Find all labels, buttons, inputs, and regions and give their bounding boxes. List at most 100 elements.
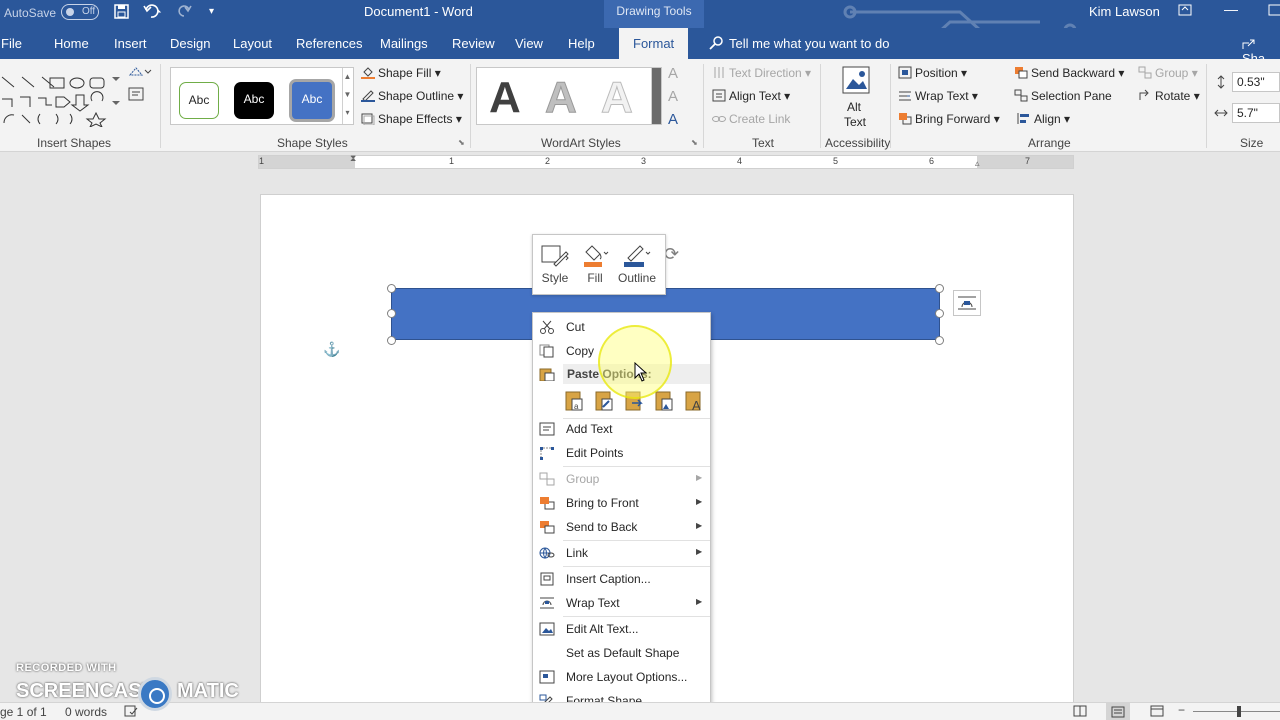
shape-outline-button[interactable]: Shape Outline ▾	[361, 89, 463, 103]
text-outline-icon[interactable]: A	[668, 88, 678, 105]
menu-item-edit-points[interactable]: Edit Points	[533, 441, 710, 465]
alt-text-button[interactable]: Alt Text	[838, 65, 874, 131]
mini-fill-button[interactable]: Fill	[575, 239, 615, 285]
menu-item-bring-to-front[interactable]: Bring to Front ▶	[533, 491, 710, 515]
wordart-preset-3[interactable]: A	[601, 75, 634, 120]
tab-view[interactable]: View	[515, 36, 543, 51]
layout-options-icon	[539, 670, 555, 684]
gallery-scroll[interactable]	[651, 68, 661, 124]
shape-style-preset-2[interactable]: Abc	[234, 82, 274, 119]
tab-file[interactable]: File	[1, 36, 22, 51]
align-button[interactable]: Align ▾	[1017, 112, 1070, 126]
save-icon[interactable]	[114, 4, 129, 22]
shape-height-input[interactable]: 0.53"	[1232, 72, 1280, 92]
mini-outline-button[interactable]: Outline	[617, 239, 657, 285]
selection-pane-button[interactable]: Selection Pane	[1014, 89, 1112, 103]
copy-icon	[539, 344, 554, 358]
web-layout-icon[interactable]	[1150, 705, 1164, 720]
menu-label: Cut	[566, 320, 585, 334]
shape-style-preset-3[interactable]: Abc	[289, 79, 335, 122]
tab-insert[interactable]: Insert	[114, 36, 147, 51]
minimize-icon[interactable]: —	[1224, 1, 1238, 17]
indent-marker-icon[interactable]: ⧗	[350, 153, 356, 164]
shape-style-gallery[interactable]: Abc Abc Abc ▲ ▼ ▾	[170, 67, 354, 125]
dialog-launcher-icon[interactable]: ⬊	[691, 138, 698, 147]
resize-handle[interactable]	[387, 336, 396, 345]
shapes-gallery[interactable]	[0, 67, 120, 127]
menu-item-insert-caption[interactable]: Insert Caption...	[533, 567, 710, 591]
pencil-icon	[361, 90, 375, 102]
menu-item-wrap-text[interactable]: Wrap Text ▶	[533, 591, 710, 615]
wrap-text-button[interactable]: Wrap Text ▾	[898, 89, 978, 103]
resize-handle[interactable]	[935, 336, 944, 345]
menu-item-add-text[interactable]: Add Text	[533, 417, 710, 441]
rotate-button[interactable]: Rotate ▾	[1138, 89, 1200, 103]
mini-style-button[interactable]: Style	[535, 239, 575, 285]
tab-format[interactable]: Format	[619, 28, 689, 59]
position-button[interactable]: Position ▾	[898, 66, 967, 80]
tab-review[interactable]: Review	[452, 36, 495, 51]
menu-item-edit-alt-text[interactable]: Edit Alt Text...	[533, 617, 710, 641]
group-objects-button[interactable]: Group ▾	[1138, 66, 1198, 80]
redo-icon[interactable]	[178, 4, 192, 22]
resize-handle[interactable]	[935, 284, 944, 293]
horizontal-ruler[interactable]: 1 1 2 3 4 5 6 7 ⧗ ▵	[258, 153, 1074, 169]
text-effects-icon[interactable]: A	[668, 111, 678, 128]
tell-me-search[interactable]: Tell me what you want to do	[709, 36, 889, 51]
menu-item-link[interactable]: Link ▶	[533, 541, 710, 565]
customize-quick-access-icon[interactable]: ▾	[209, 6, 214, 17]
menu-item-set-default-shape[interactable]: Set as Default Shape	[533, 641, 710, 665]
draw-text-box-icon[interactable]	[128, 87, 144, 104]
tab-layout[interactable]: Layout	[233, 36, 272, 51]
zoom-slider-thumb[interactable]	[1237, 706, 1241, 717]
paste-keep-source-icon[interactable]: a	[563, 389, 585, 413]
align-text-button[interactable]: Align Text ▾	[712, 89, 790, 103]
undo-icon[interactable]	[143, 4, 163, 22]
menu-item-more-layout-options[interactable]: More Layout Options...	[533, 665, 710, 689]
tab-references[interactable]: References	[296, 36, 362, 51]
tab-help[interactable]: Help	[568, 36, 595, 51]
tab-mailings[interactable]: Mailings	[380, 36, 428, 51]
print-layout-icon[interactable]	[1106, 703, 1130, 720]
ribbon-display-options-icon[interactable]	[1178, 3, 1192, 19]
menu-item-group[interactable]: Group ▶	[533, 467, 710, 491]
resize-handle[interactable]	[935, 309, 944, 318]
send-backward-button[interactable]: Send Backward ▾	[1014, 66, 1124, 80]
resize-handle[interactable]	[387, 309, 396, 318]
user-name[interactable]: Kim Lawson	[1089, 4, 1160, 19]
dialog-launcher-icon[interactable]: ⬊	[458, 138, 465, 147]
wordart-gallery[interactable]: A A A	[476, 67, 662, 125]
paste-as-picture-icon[interactable]	[653, 389, 675, 413]
maximize-icon[interactable]	[1268, 3, 1280, 19]
menu-label: Copy	[566, 344, 595, 358]
text-fill-icon[interactable]: A	[668, 65, 678, 82]
menu-item-send-to-back[interactable]: Send to Back ▶	[533, 515, 710, 539]
zoom-out-icon[interactable]: −	[1178, 703, 1185, 717]
page-count[interactable]: ge 1 of 1	[0, 705, 47, 719]
text-direction-button[interactable]: Text Direction ▾	[712, 66, 811, 80]
shape-width-input[interactable]: 5.7"	[1232, 103, 1280, 123]
proofing-icon[interactable]	[124, 705, 138, 720]
tab-home[interactable]: Home	[54, 36, 89, 51]
rotate-handle-icon[interactable]: ⟳	[664, 244, 679, 265]
wordart-preset-2[interactable]: A	[545, 75, 578, 120]
paste-merge-formatting-icon[interactable]	[593, 389, 615, 413]
paste-keep-text-only-icon[interactable]: A	[683, 389, 705, 413]
edit-shape-icon[interactable]	[128, 65, 152, 82]
layout-options-button[interactable]	[953, 290, 981, 316]
bring-forward-button[interactable]: Bring Forward ▾	[898, 112, 1000, 126]
autosave-toggle[interactable]: Off	[61, 4, 99, 20]
shape-style-preset-1[interactable]: Abc	[179, 82, 219, 119]
anchor-icon: ⚓	[323, 341, 341, 357]
shape-fill-button[interactable]: Shape Fill ▾	[361, 66, 441, 80]
resize-handle[interactable]	[387, 284, 396, 293]
align-objects-icon	[1017, 113, 1029, 124]
gallery-scroll[interactable]: ▲ ▼ ▾	[342, 68, 352, 124]
right-indent-marker-icon[interactable]: ▵	[975, 158, 980, 169]
create-link-button[interactable]: Create Link	[712, 112, 790, 126]
tab-design[interactable]: Design	[170, 36, 210, 51]
word-count[interactable]: 0 words	[65, 705, 107, 719]
read-mode-icon[interactable]	[1073, 705, 1087, 720]
shape-effects-button[interactable]: Shape Effects ▾	[361, 112, 462, 126]
wordart-preset-1[interactable]: A	[489, 76, 521, 120]
